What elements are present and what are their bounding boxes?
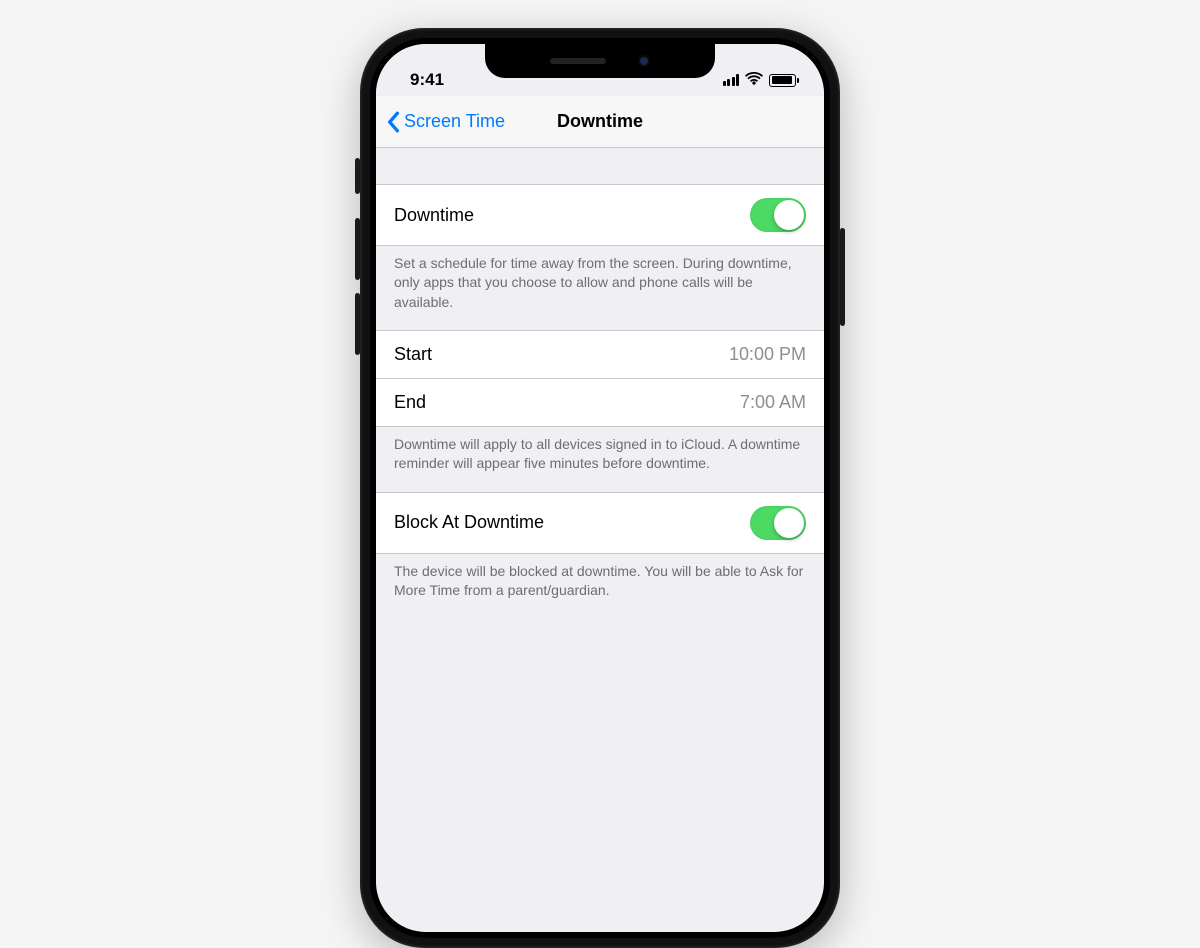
nav-bar: Screen Time Downtime — [376, 96, 824, 148]
block-row: Block At Downtime — [376, 492, 824, 554]
downtime-row: Downtime — [376, 184, 824, 246]
end-row[interactable]: End 7:00 AM — [376, 379, 824, 427]
cellular-icon — [723, 74, 740, 86]
back-button[interactable]: Screen Time — [376, 111, 505, 133]
status-time: 9:41 — [410, 70, 444, 90]
end-label: End — [394, 392, 426, 413]
nav-title: Downtime — [557, 111, 643, 132]
start-row[interactable]: Start 10:00 PM — [376, 330, 824, 379]
battery-icon — [769, 74, 796, 87]
downtime-footer: Set a schedule for time away from the sc… — [376, 246, 824, 330]
block-label: Block At Downtime — [394, 512, 544, 533]
wifi-icon — [745, 70, 763, 90]
block-footer: The device will be blocked at downtime. … — [376, 554, 824, 619]
start-value: 10:00 PM — [729, 344, 806, 365]
start-label: Start — [394, 344, 432, 365]
schedule-footer: Downtime will apply to all devices signe… — [376, 427, 824, 492]
downtime-toggle[interactable] — [750, 198, 806, 232]
chevron-left-icon — [386, 111, 400, 133]
block-toggle[interactable] — [750, 506, 806, 540]
end-value: 7:00 AM — [740, 392, 806, 413]
back-label: Screen Time — [404, 111, 505, 132]
downtime-label: Downtime — [394, 205, 474, 226]
screen: 9:41 Screen Time Downtime — [376, 44, 824, 932]
phone-frame: 9:41 Screen Time Downtime — [360, 28, 840, 948]
notch — [485, 44, 715, 78]
